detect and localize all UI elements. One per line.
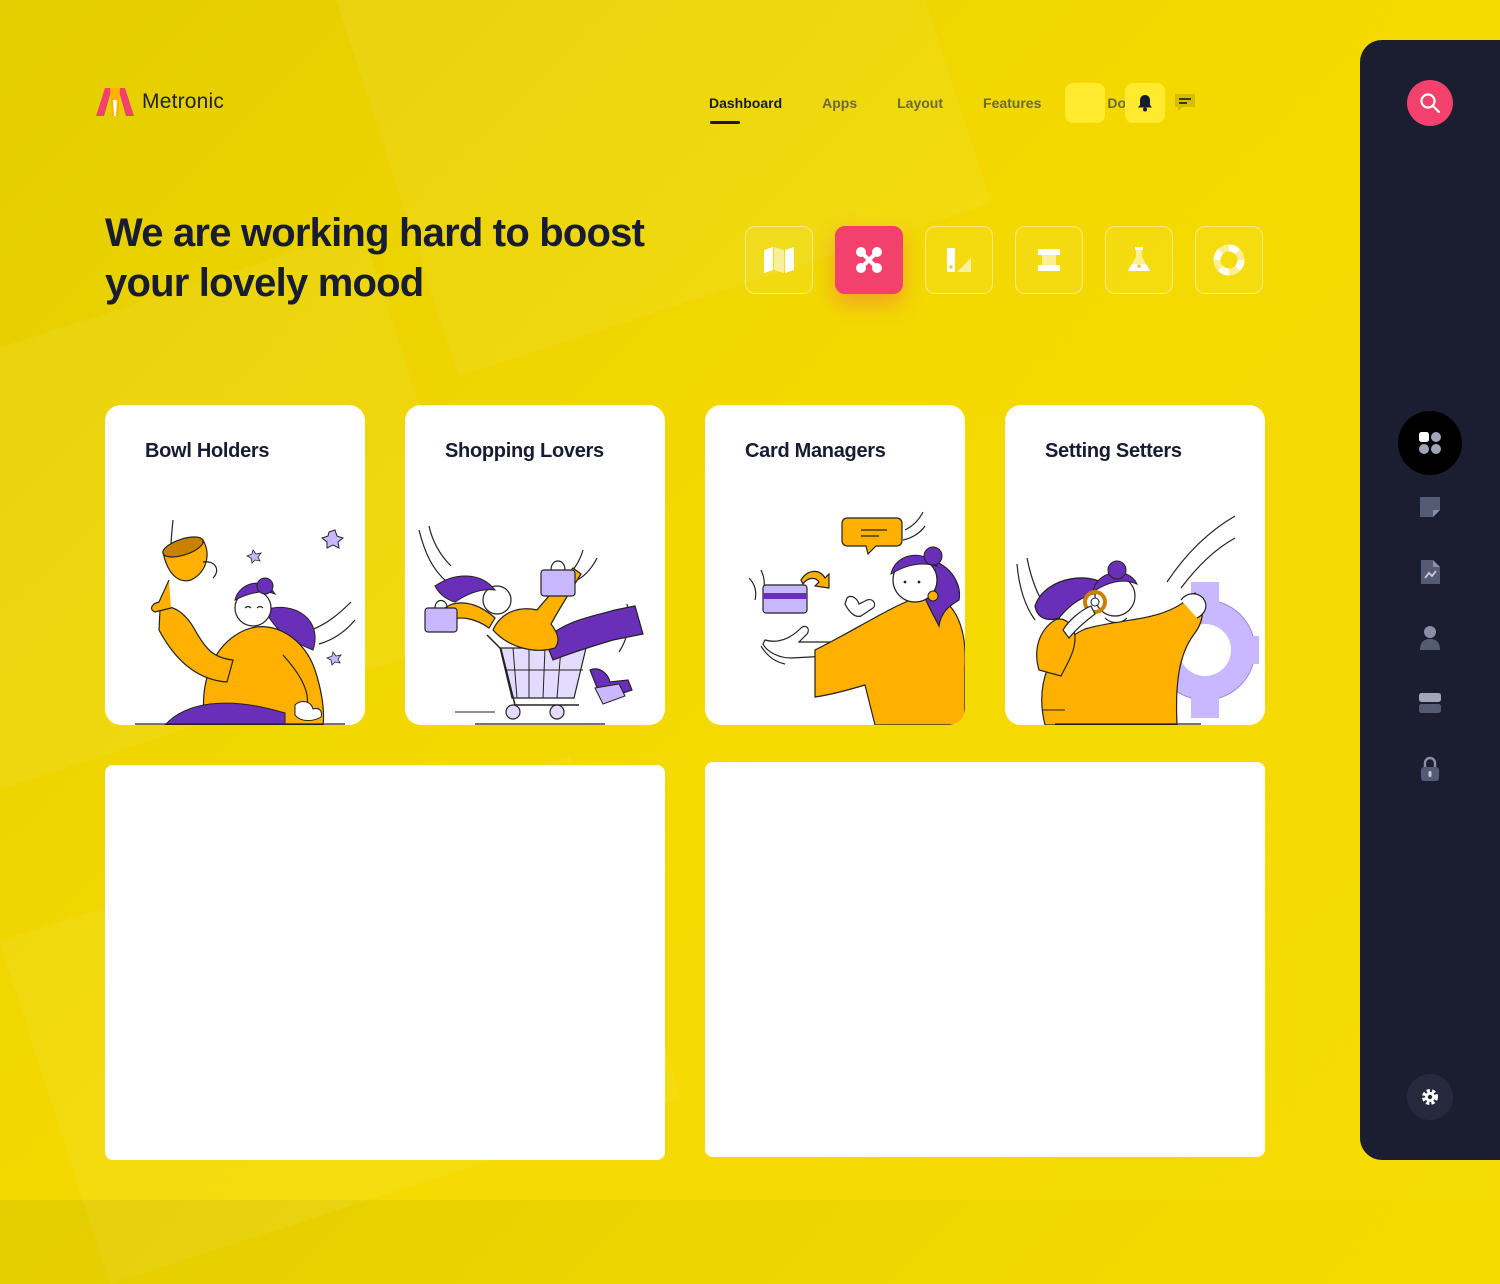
- chart-file-icon: [1421, 560, 1440, 584]
- sidebar-item-notes[interactable]: [1398, 475, 1462, 539]
- lock-icon: [1421, 756, 1439, 781]
- sidebar-item-users[interactable]: [1398, 606, 1462, 670]
- brand-name: Metronic: [142, 90, 225, 113]
- content-panel-right: [705, 762, 1265, 1157]
- lifebuoy-button[interactable]: [1195, 226, 1263, 294]
- frame-button[interactable]: [1015, 226, 1083, 294]
- chat-icon: [1175, 94, 1195, 111]
- top-nav: Dashboard Apps Layout Features Docs: [709, 86, 1142, 124]
- cross-arrows-icon: [856, 247, 882, 273]
- design-button[interactable]: [925, 226, 993, 294]
- frame-icon: [1038, 249, 1060, 271]
- nav-apps[interactable]: Apps: [822, 86, 857, 120]
- card-title: Card Managers: [745, 440, 886, 462]
- search-icon: [1420, 93, 1441, 114]
- note-icon: [1420, 497, 1440, 517]
- card-title: Setting Setters: [1045, 440, 1182, 462]
- card-bowl-holders[interactable]: Bowl Holders: [105, 405, 365, 725]
- sidebar-settings-button[interactable]: [1407, 1074, 1453, 1120]
- cross-arrows-button[interactable]: [835, 226, 903, 294]
- nav-features[interactable]: Features: [983, 86, 1041, 120]
- brand-logo[interactable]: Metronic: [96, 86, 224, 118]
- chat-button[interactable]: [1165, 83, 1205, 123]
- card-card-managers[interactable]: Card Managers: [705, 405, 965, 725]
- credit-card-illustration: [748, 511, 965, 725]
- sidebar-item-dashboard[interactable]: [1398, 411, 1462, 475]
- flask-button[interactable]: [1105, 226, 1173, 294]
- trophy-woman-illustration: [135, 519, 356, 725]
- shopping-cart-illustration: [418, 525, 644, 725]
- sidebar-search-button[interactable]: [1407, 80, 1453, 126]
- lifebuoy-icon: [1213, 244, 1245, 276]
- gear-woman-illustration: [1016, 515, 1259, 725]
- card-setting-setters[interactable]: Setting Setters: [1005, 405, 1265, 725]
- sidebar-item-servers[interactable]: [1398, 671, 1462, 735]
- right-sidebar: [1360, 40, 1500, 1160]
- background-facet: [328, 0, 992, 377]
- card-title: Shopping Lovers: [445, 440, 604, 462]
- map-button[interactable]: [745, 226, 813, 294]
- content-panel-left: [105, 765, 665, 1160]
- metronic-logo-icon: [96, 88, 134, 116]
- nav-layout[interactable]: Layout: [897, 86, 943, 120]
- sidebar-item-security[interactable]: [1398, 737, 1462, 801]
- sidebar-item-reports[interactable]: [1398, 540, 1462, 604]
- nav-dashboard[interactable]: Dashboard: [709, 86, 782, 124]
- design-icon: [947, 248, 971, 272]
- notifications-button[interactable]: [1125, 83, 1165, 123]
- map-icon: [764, 247, 794, 273]
- card-title: Bowl Holders: [145, 440, 270, 462]
- bell-icon: [1138, 95, 1152, 112]
- hero-title: We are working hard to boost your lovely…: [105, 211, 645, 305]
- gear-icon: [1422, 1089, 1438, 1105]
- flask-icon: [1128, 247, 1150, 271]
- dashboard-icon: [1419, 432, 1441, 454]
- user-icon: [1420, 626, 1440, 650]
- card-shopping-lovers[interactable]: Shopping Lovers: [405, 405, 665, 725]
- server-icon: [1419, 693, 1441, 713]
